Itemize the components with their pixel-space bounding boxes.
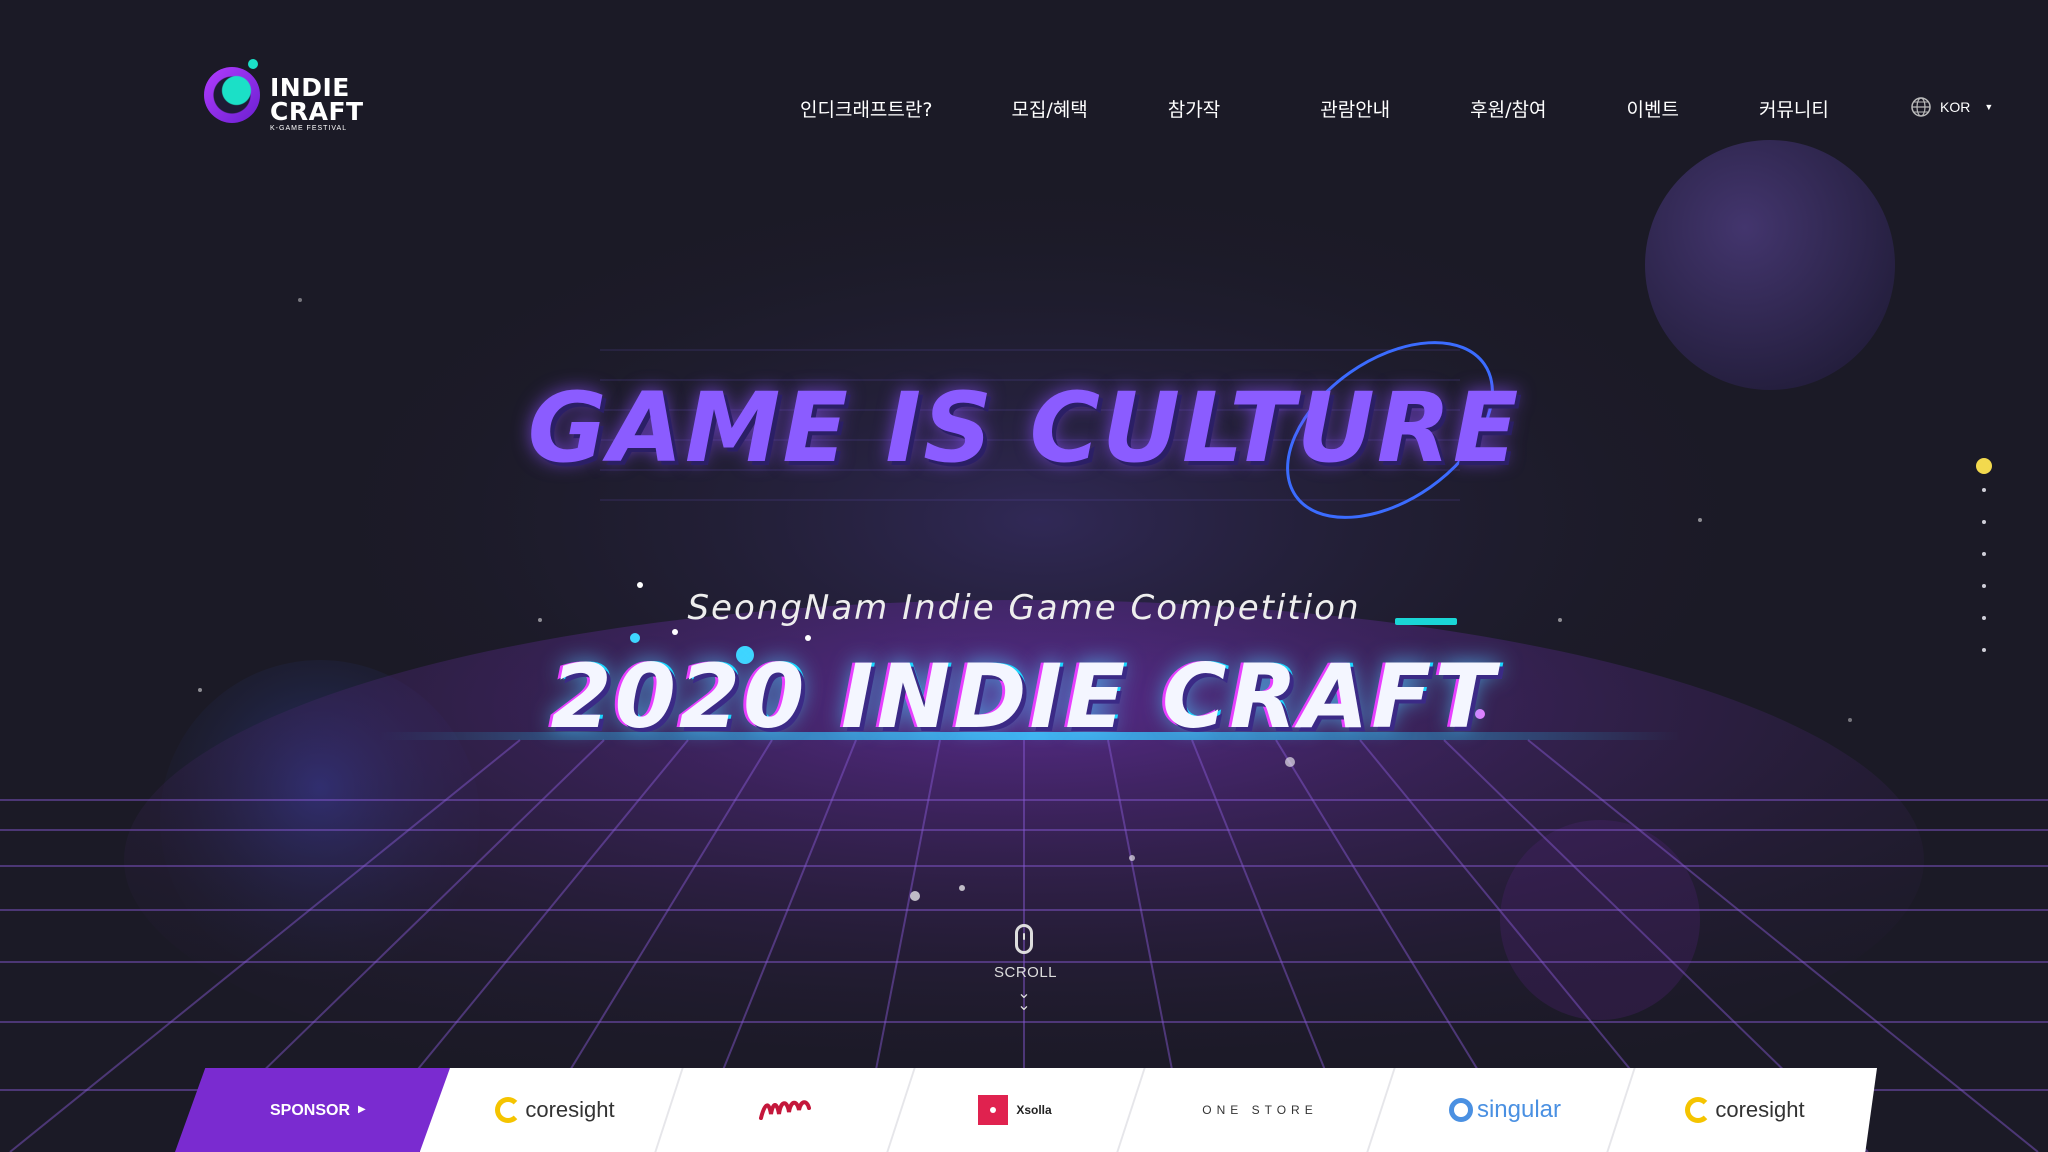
sponsor-divider xyxy=(1366,1068,1396,1152)
sponsor-logo-xsolla[interactable]: Xsolla xyxy=(930,1068,1100,1152)
sponsor-logo-onestore[interactable]: ONE STORE xyxy=(1160,1068,1360,1152)
language-selector[interactable]: KOR ▼ xyxy=(1910,96,1993,118)
pager-dot[interactable] xyxy=(1982,648,1986,652)
main-nav: 인디크래프트란? 모집/혜택 참가작 관람안내 후원/참여 이벤트 커뮤니티 xyxy=(800,90,1829,126)
logo-text-line2: CRAFT xyxy=(270,97,364,126)
scroll-label: SCROLL xyxy=(994,964,1058,981)
sponsor-name: singular xyxy=(1476,1096,1562,1123)
sponsor-name: ONE STORE xyxy=(1202,1103,1318,1117)
seongnam-logo-icon xyxy=(759,1100,811,1120)
sponsor-name: Xsolla xyxy=(1016,1103,1052,1117)
xsolla-icon xyxy=(978,1095,1009,1125)
nav-item-visit[interactable]: 관람안내 xyxy=(1320,95,1390,122)
sponsor-label[interactable]: SPONSOR xyxy=(270,1102,350,1120)
nav-item-entries[interactable]: 참가작 xyxy=(1168,95,1220,122)
sponsor-divider xyxy=(654,1068,684,1152)
pager-dot-active[interactable] xyxy=(1976,458,1992,474)
globe-icon xyxy=(1911,97,1931,117)
logo-subtext: K-GAME FESTIVAL xyxy=(270,125,348,132)
sponsor-bar: SPONSOR ▶ coresight Xsolla ONE STORE sin… xyxy=(0,1068,2048,1152)
coresight-icon xyxy=(495,1097,522,1123)
sponsor-logo-seongnam[interactable] xyxy=(700,1068,870,1152)
pager-dot[interactable] xyxy=(1982,520,1986,524)
pager-dot[interactable] xyxy=(1982,616,1986,620)
sponsor-divider xyxy=(1116,1068,1146,1152)
subtitle-dash xyxy=(1395,618,1457,625)
singular-icon xyxy=(1448,1098,1473,1122)
pager-dot[interactable] xyxy=(1982,584,1986,588)
sponsor-name: coresight xyxy=(1715,1097,1805,1122)
nav-item-sponsor[interactable]: 후원/참여 xyxy=(1470,95,1546,122)
logo-dot-icon xyxy=(248,59,258,69)
sponsor-logos: coresight Xsolla ONE STORE singular core… xyxy=(430,1068,1870,1152)
coresight-icon xyxy=(1685,1097,1712,1123)
pager-dot[interactable] xyxy=(1982,552,1986,556)
hero-title: 2020 INDIE CRAFT xyxy=(550,645,1498,748)
scroll-indicator[interactable]: SCROLL ⌄ ⌄ xyxy=(994,924,1058,1014)
nav-item-community[interactable]: 커뮤니티 xyxy=(1759,95,1829,122)
nav-item-about[interactable]: 인디크래프트란? xyxy=(800,95,932,122)
logo-mark-icon xyxy=(204,67,260,123)
section-pager xyxy=(1972,458,1996,680)
sponsor-divider xyxy=(1606,1068,1636,1152)
language-label: KOR xyxy=(1940,99,1971,115)
nav-item-recruit[interactable]: 모집/혜택 xyxy=(1011,95,1087,122)
nav-item-event[interactable]: 이벤트 xyxy=(1626,95,1678,122)
hero-subtitle: SeongNam Indie Game Competition xyxy=(687,588,1361,628)
pager-dot[interactable] xyxy=(1982,488,1986,492)
sponsor-divider xyxy=(886,1068,916,1152)
chevron-down-icon: ▼ xyxy=(1984,102,1994,112)
chevron-double-down-icon: ⌄ ⌄ xyxy=(1017,983,1031,1014)
sponsor-logo-singular[interactable]: singular xyxy=(1405,1068,1605,1152)
sponsor-name: coresight xyxy=(525,1097,615,1122)
chevron-right-icon: ▶ xyxy=(358,1104,366,1115)
sponsor-logo-coresight[interactable]: coresight xyxy=(470,1068,640,1152)
mouse-icon xyxy=(1015,924,1033,954)
hero-headline: GAME IS CULTURE xyxy=(527,372,1521,484)
site-logo[interactable]: INDIE CRAFT K-GAME FESTIVAL xyxy=(200,55,390,135)
sponsor-logo-coresight-2[interactable]: coresight xyxy=(1645,1068,1845,1152)
